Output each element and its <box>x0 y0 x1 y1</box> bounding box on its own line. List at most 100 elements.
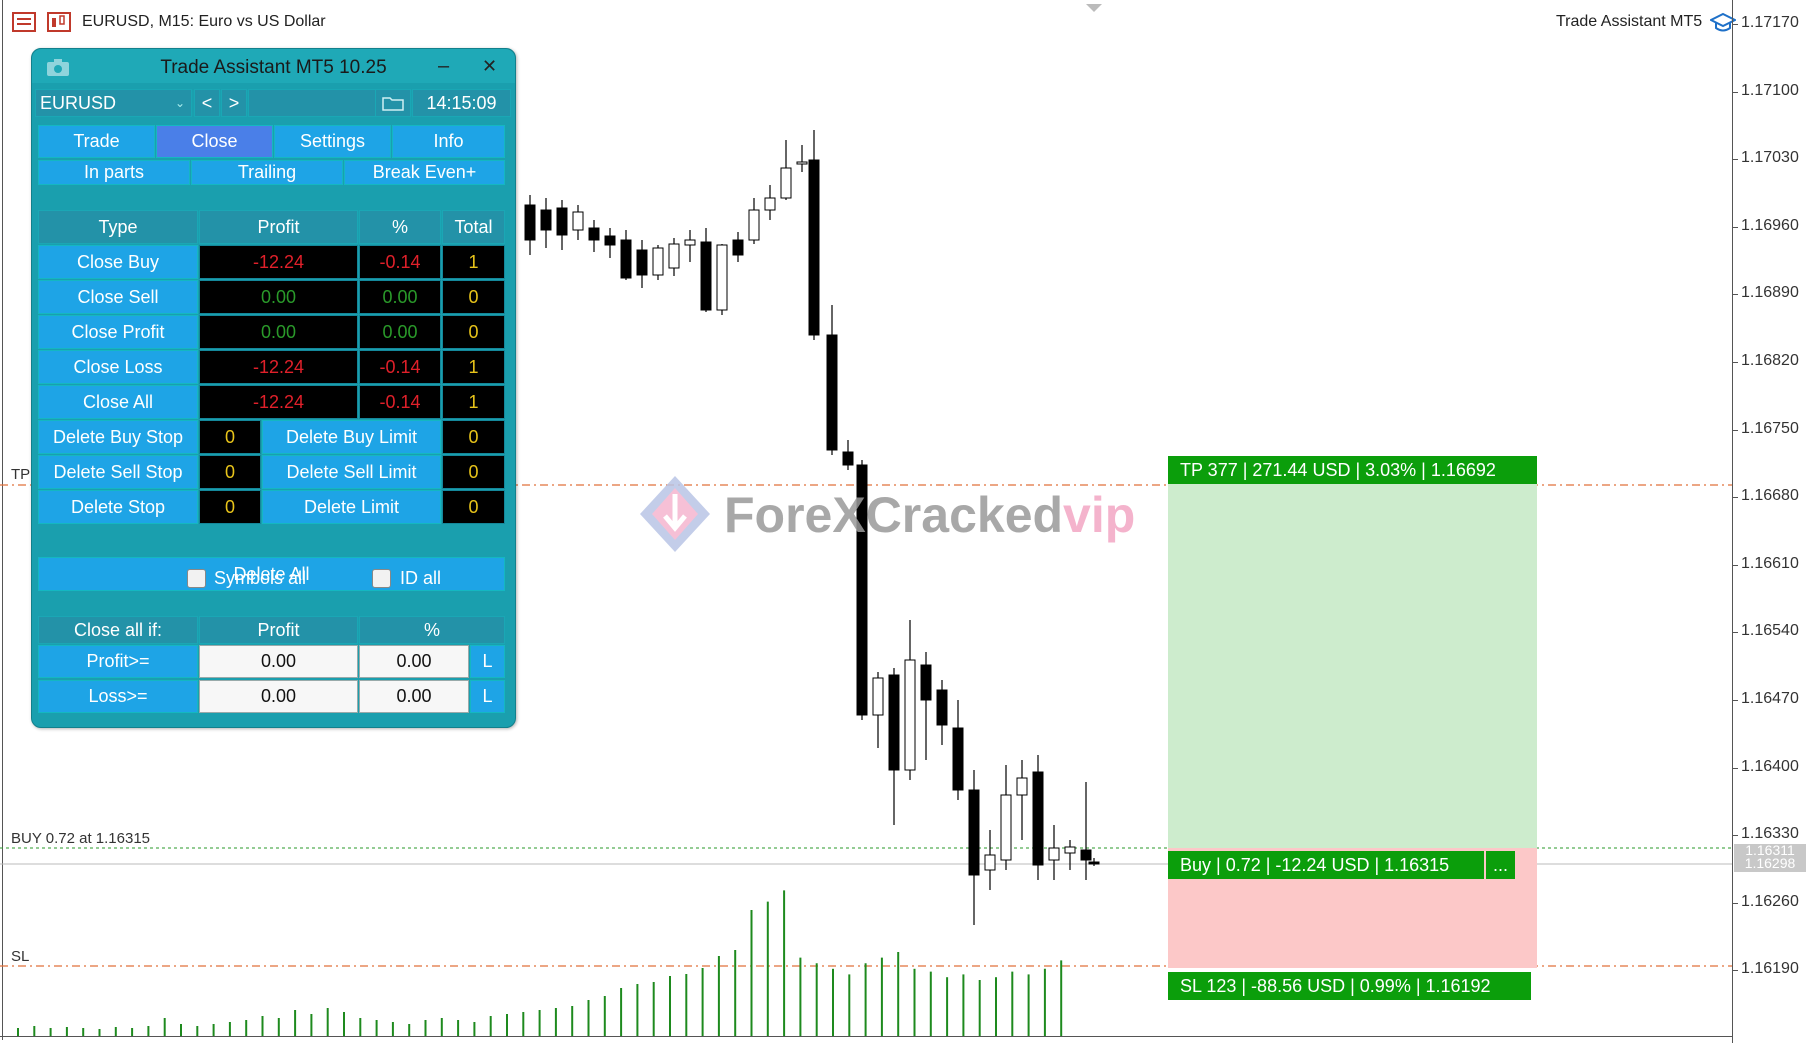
candle-body <box>780 167 792 199</box>
close-if-percent-header: % <box>359 616 505 644</box>
delete-right-count: 0 <box>442 490 505 524</box>
price-axis-label: 1.16400 <box>1741 757 1799 775</box>
delete-right-button[interactable]: Delete Buy Limit <box>262 420 441 454</box>
tab-close[interactable]: Close <box>156 125 273 158</box>
close-row-total: 1 <box>442 245 505 279</box>
close-row-button[interactable]: Close Loss <box>38 350 198 384</box>
price-axis-label: 1.17170 <box>1741 14 1799 31</box>
candle-body <box>968 789 980 876</box>
tab-trade[interactable]: Trade <box>38 125 155 158</box>
symbol-select[interactable]: EURUSD ⌄ <box>35 89 192 117</box>
profit-ge-percent-input[interactable]: 0.00 <box>359 645 469 678</box>
tab-settings[interactable]: Settings <box>274 125 391 158</box>
candle-body <box>716 244 728 311</box>
profit-ge-l-button[interactable]: L <box>470 645 505 678</box>
price-axis-label: 1.16260 <box>1741 892 1799 910</box>
trade-assistant-panel: Trade Assistant MT5 10.25 – ✕ EURUSD ⌄ <… <box>31 48 516 728</box>
tab-info[interactable]: Info <box>392 125 505 158</box>
subtab-in-parts[interactable]: In parts <box>38 160 190 185</box>
price-axis-label: 1.16540 <box>1741 622 1799 640</box>
candle-body <box>524 204 536 241</box>
price-tick <box>1733 159 1738 161</box>
profit-ge-value-input[interactable]: 0.00 <box>199 645 358 678</box>
close-row-profit: -12.24 <box>199 350 358 384</box>
candle-body <box>984 854 996 871</box>
col-type: Type <box>38 210 198 244</box>
loss-ge-button[interactable]: Loss>= <box>38 680 198 713</box>
price-tick <box>1733 632 1738 634</box>
candle-body <box>842 451 854 466</box>
candle-body <box>920 664 932 701</box>
price-tick <box>1733 970 1738 972</box>
col-profit: Profit <box>199 210 358 244</box>
sl-label[interactable]: SL 123 | -88.56 USD | 0.99% | 1.16192 <box>1168 972 1531 1000</box>
watermark-text-accent: vip <box>1063 487 1136 543</box>
delete-right-button[interactable]: Delete Limit <box>262 490 441 524</box>
close-row-total: 1 <box>442 385 505 419</box>
close-row-profit: 0.00 <box>199 280 358 314</box>
candle-body <box>652 247 664 276</box>
close-row-button[interactable]: Close Profit <box>38 315 198 349</box>
price-tick <box>1733 700 1738 701</box>
candle-body <box>826 334 838 451</box>
close-row-button[interactable]: Close Buy <box>38 245 198 279</box>
loss-ge-percent-input[interactable]: 0.00 <box>359 680 469 713</box>
watermark-text: ForeXCracked <box>724 487 1064 543</box>
tp-label[interactable]: TP 377 | 271.44 USD | 3.03% | 1.16692 <box>1168 456 1537 484</box>
delete-left-button[interactable]: Delete Buy Stop <box>38 420 198 454</box>
candle-body <box>1016 777 1028 796</box>
minimize-button[interactable]: – <box>438 55 449 78</box>
candle-body <box>904 659 916 771</box>
candle-body <box>1088 861 1100 865</box>
folder-icon[interactable] <box>375 89 411 117</box>
delete-right-button[interactable]: Delete Sell Limit <box>262 455 441 489</box>
price-axis-label: 1.16890 <box>1741 284 1799 302</box>
symbol-value: EURUSD <box>40 92 117 113</box>
watermark-logo-icon <box>640 476 710 552</box>
candle-body <box>1080 849 1092 861</box>
close-row-button[interactable]: Close All <box>38 385 198 419</box>
close-row-button[interactable]: Close Sell <box>38 280 198 314</box>
loss-ge-l-button[interactable]: L <box>470 680 505 713</box>
symbols-all-checkbox[interactable] <box>187 569 206 588</box>
candle-body <box>732 239 744 256</box>
delete-left-count: 0 <box>199 490 261 524</box>
delete-left-button[interactable]: Delete Stop <box>38 490 198 524</box>
id-all-checkbox[interactable] <box>372 569 391 588</box>
candle-body <box>668 243 680 269</box>
candle-body <box>620 239 632 279</box>
price-tick <box>1733 24 1738 25</box>
buy-more-button[interactable]: ... <box>1486 851 1515 879</box>
candle-body <box>604 235 616 246</box>
next-symbol-button[interactable]: > <box>221 89 247 117</box>
candle-body <box>936 689 948 726</box>
price-axis-label: 1.16610 <box>1741 554 1799 572</box>
price-tick <box>1733 226 1738 228</box>
prev-symbol-button[interactable]: < <box>194 89 220 117</box>
candle-body <box>684 239 696 246</box>
close-row-percent: 0.00 <box>359 315 441 349</box>
buy-position-label[interactable]: Buy | 0.72 | -12.24 USD | 1.16315 <box>1168 851 1484 879</box>
bid-price-label: 1.16298 <box>1744 855 1796 871</box>
candle-body <box>540 209 552 231</box>
subtab-trailing[interactable]: Trailing <box>191 160 343 185</box>
profit-ge-button[interactable]: Profit>= <box>38 645 198 678</box>
subtab-break-even[interactable]: Break Even+ <box>344 160 505 185</box>
close-row-total: 0 <box>442 315 505 349</box>
delete-left-button[interactable]: Delete Sell Stop <box>38 455 198 489</box>
current-price-badge: 1.16311 1.16298 <box>1734 843 1806 872</box>
take-profit-zone <box>1168 484 1537 848</box>
delete-right-count: 0 <box>442 420 505 454</box>
candle-body <box>556 207 568 236</box>
close-row-profit: 0.00 <box>199 315 358 349</box>
candle-body <box>748 209 760 241</box>
price-tick <box>1733 902 1738 904</box>
price-axis-label: 1.16820 <box>1741 352 1799 369</box>
price-axis: 1.17170 1.17100 1.17030 1.16960 1.16890 1.168… <box>1732 0 1812 1043</box>
price-tick <box>1733 362 1738 363</box>
loss-ge-value-input[interactable]: 0.00 <box>199 680 358 713</box>
candle-body <box>588 227 600 241</box>
id-all-label: ID all <box>400 568 442 588</box>
close-panel-button[interactable]: ✕ <box>482 56 497 77</box>
delete-left-count: 0 <box>199 455 261 489</box>
